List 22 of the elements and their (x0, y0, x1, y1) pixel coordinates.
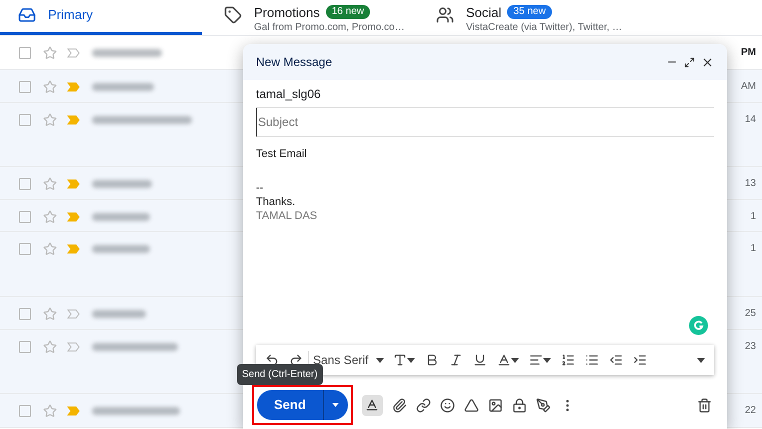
body-text-line: -- (256, 181, 264, 195)
tab-label: Social (466, 6, 502, 18)
email-time: 14 (744, 113, 756, 127)
tab-label: Promotions (254, 6, 320, 18)
email-time: 23 (744, 340, 756, 354)
email-time: 25 (744, 307, 756, 321)
email-time: 1 (750, 210, 756, 224)
email-time: 13 (744, 177, 756, 191)
email-time: 22 (744, 404, 756, 418)
new-count-badge: 35 new (507, 5, 552, 19)
tab-label: Primary (48, 6, 93, 21)
body-text-line: Test Email (256, 147, 308, 161)
signature-name: TAMAL DAS (256, 209, 318, 223)
body-text-line: Thanks. (256, 195, 296, 209)
tab-snippet: Gal from Promo.com, Promo.co… (254, 23, 405, 33)
tooltip: Send (Ctrl-Enter) (237, 364, 323, 385)
tab-snippet: VistaCreate (via Twitter), Twitter, … (466, 23, 622, 33)
new-count-badge: 16 new (326, 5, 370, 19)
email-time: AM (741, 80, 756, 94)
window-title: New Message (256, 54, 334, 71)
email-time: 1 (750, 242, 756, 256)
email-time: PM (741, 46, 756, 60)
